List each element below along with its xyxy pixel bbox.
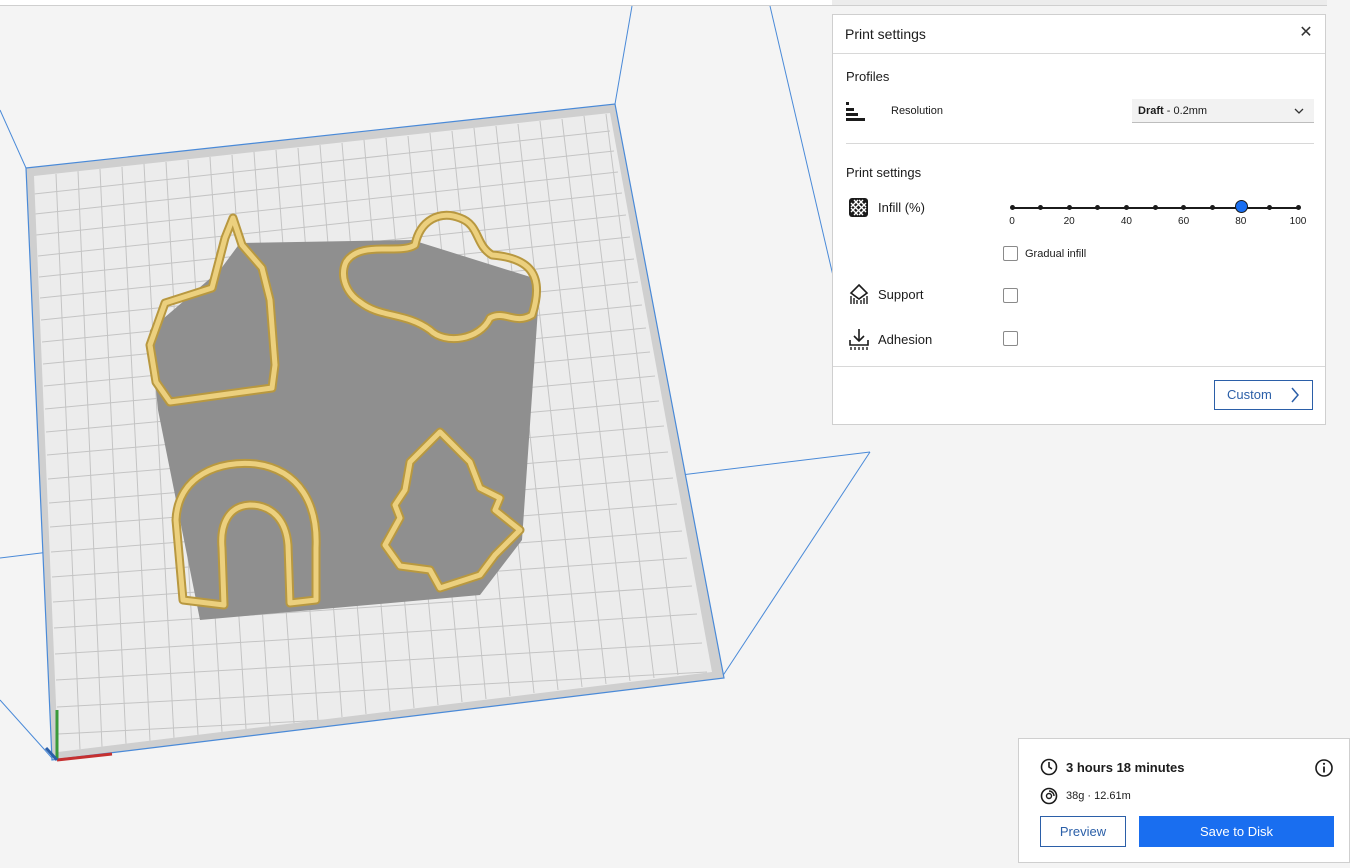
slider-tick [1181,205,1187,210]
spool-icon [1040,787,1058,805]
slider-tick-label: 60 [1178,216,1190,227]
support-icon [849,283,869,304]
slider-tick-label: 20 [1063,216,1075,227]
adhesion-label: Adhesion [878,332,933,347]
clock-icon [1040,758,1058,776]
model-shadow [150,240,540,620]
slider-tick [1123,205,1129,210]
section-divider [846,143,1314,144]
infill-icon [849,198,868,217]
footer-divider [833,366,1325,367]
top-bar-right [832,0,1327,6]
chevron-right-icon [1290,381,1300,419]
custom-settings-button[interactable]: Custom [1214,380,1313,410]
resolution-label: Resolution [891,105,943,117]
resolution-profile-name: Draft [1138,105,1164,117]
top-bar [0,0,832,6]
slider-tick [1209,205,1215,210]
adhesion-checkbox[interactable] [1003,331,1018,346]
support-checkbox[interactable] [1003,288,1018,303]
info-icon[interactable] [1314,758,1334,778]
panel-title: Print settings [845,26,926,42]
panel-header: Print settings ✕ [833,15,1325,54]
material-usage: 38g · 12.61m [1066,790,1131,802]
slider-tick-label: 40 [1120,216,1132,227]
close-icon[interactable]: ✕ [1297,24,1315,42]
slider-thumb[interactable] [1234,200,1248,213]
slider-tick [1266,205,1272,210]
print-settings-section-label: Print settings [846,165,922,180]
support-label: Support [878,287,924,302]
print-time: 3 hours 18 minutes [1066,760,1185,775]
print-settings-panel: Print settings ✕ Profiles Resolution Dra… [832,14,1326,425]
resolution-dropdown[interactable]: Draft - 0.2mm [1132,99,1314,123]
adhesion-icon [849,329,869,350]
slider-tick-label: 100 [1289,216,1307,227]
resolution-icon [846,102,865,121]
slider-tick [1038,205,1044,210]
custom-button-label: Custom [1227,387,1272,402]
profiles-label: Profiles [846,69,890,84]
slider-tick [1095,205,1101,210]
slider-tick [1066,205,1072,210]
job-summary-panel: 3 hours 18 minutes 38g · 12.61m Preview … [1018,738,1350,863]
resolution-layer-height: - 0.2mm [1163,105,1208,117]
slider-tick-label: 80 [1235,216,1247,227]
gradual-infill-label: Gradual infill [1025,248,1087,260]
infill-label: Infill (%) [878,200,925,215]
slider-tick-label: 0 [1009,216,1015,227]
slider-tick [1152,205,1158,210]
infill-slider[interactable]: 0 20 40 60 80 100 [1009,199,1306,239]
chevron-down-icon [1294,99,1304,132]
save-to-disk-button[interactable]: Save to Disk [1139,816,1334,847]
slider-tick [1009,205,1015,210]
preview-button[interactable]: Preview [1040,816,1126,847]
slider-tick [1295,205,1301,210]
gradual-infill-checkbox[interactable] [1003,246,1018,261]
